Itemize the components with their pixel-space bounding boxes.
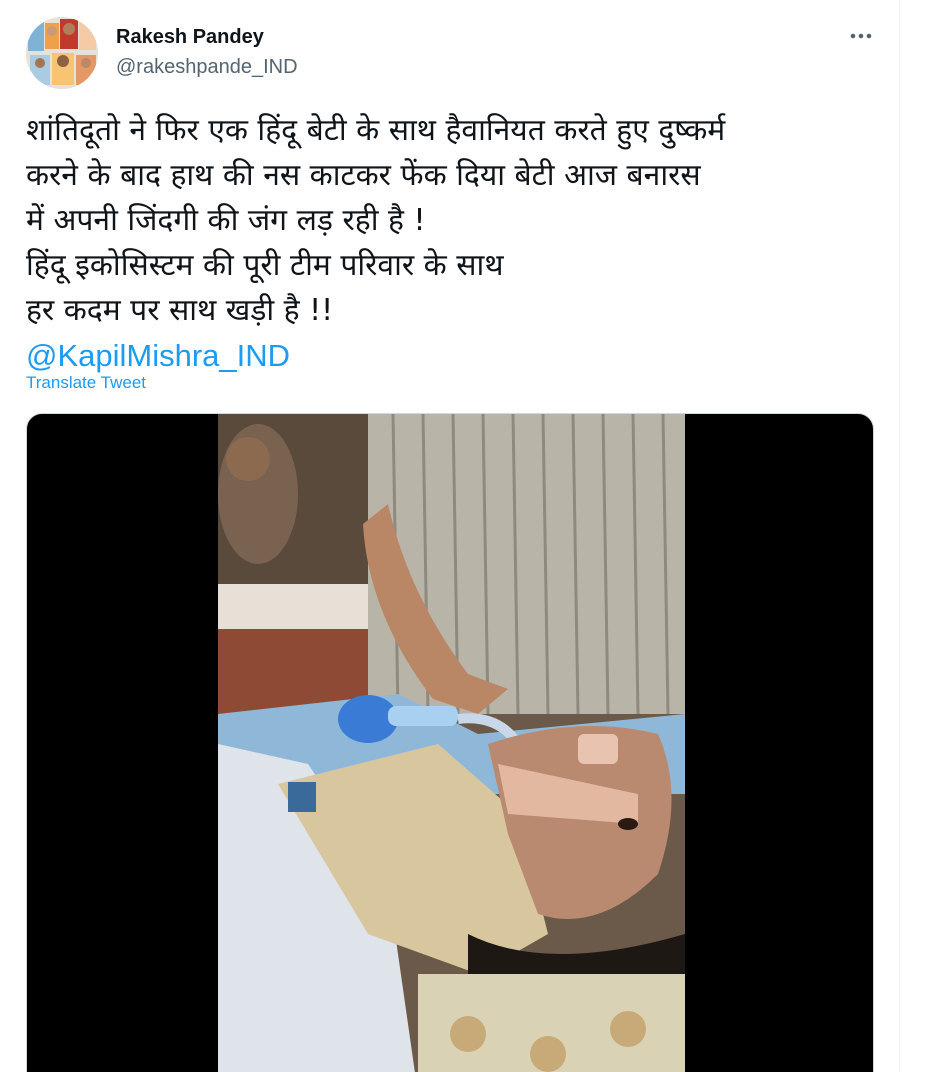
avatar[interactable]	[26, 17, 98, 89]
avatar-collage-image	[26, 17, 98, 89]
tweet-text-line: हर कदम पर साथ खड़ी है !!	[26, 293, 334, 328]
tweet-text-line: में अपनी जिंदगी की जंग लड़ रही है !	[26, 203, 426, 238]
tweet-text-line: हिंदू इकोसिस्टम की पूरी टीम परिवार के सा…	[26, 248, 504, 283]
more-options-button[interactable]	[842, 22, 880, 50]
tweet-text-line: शांतिदूतो ने फिर एक हिंदू बेटी के साथ है…	[26, 113, 726, 148]
display-name[interactable]: Rakesh Pandey	[116, 24, 264, 50]
tweet-text: शांतिदूतो ने फिर एक हिंदू बेटी के साथ है…	[26, 108, 886, 378]
user-handle[interactable]: @rakeshpande_IND	[116, 54, 298, 80]
timeline-divider	[899, 0, 900, 1072]
video-frame-image	[218, 414, 685, 1072]
tweet: Rakesh Pandey @rakeshpande_IND शांतिदूतो…	[0, 0, 899, 1072]
more-options-icon	[850, 33, 872, 39]
tweet-text-line: करने के बाद हाथ की नस काटकर फेंक दिया बे…	[26, 158, 701, 193]
translate-tweet-link[interactable]: Translate Tweet	[26, 372, 146, 394]
mention-link[interactable]: @KapilMishra_IND	[26, 333, 886, 378]
tweet-media-video[interactable]	[26, 413, 874, 1072]
